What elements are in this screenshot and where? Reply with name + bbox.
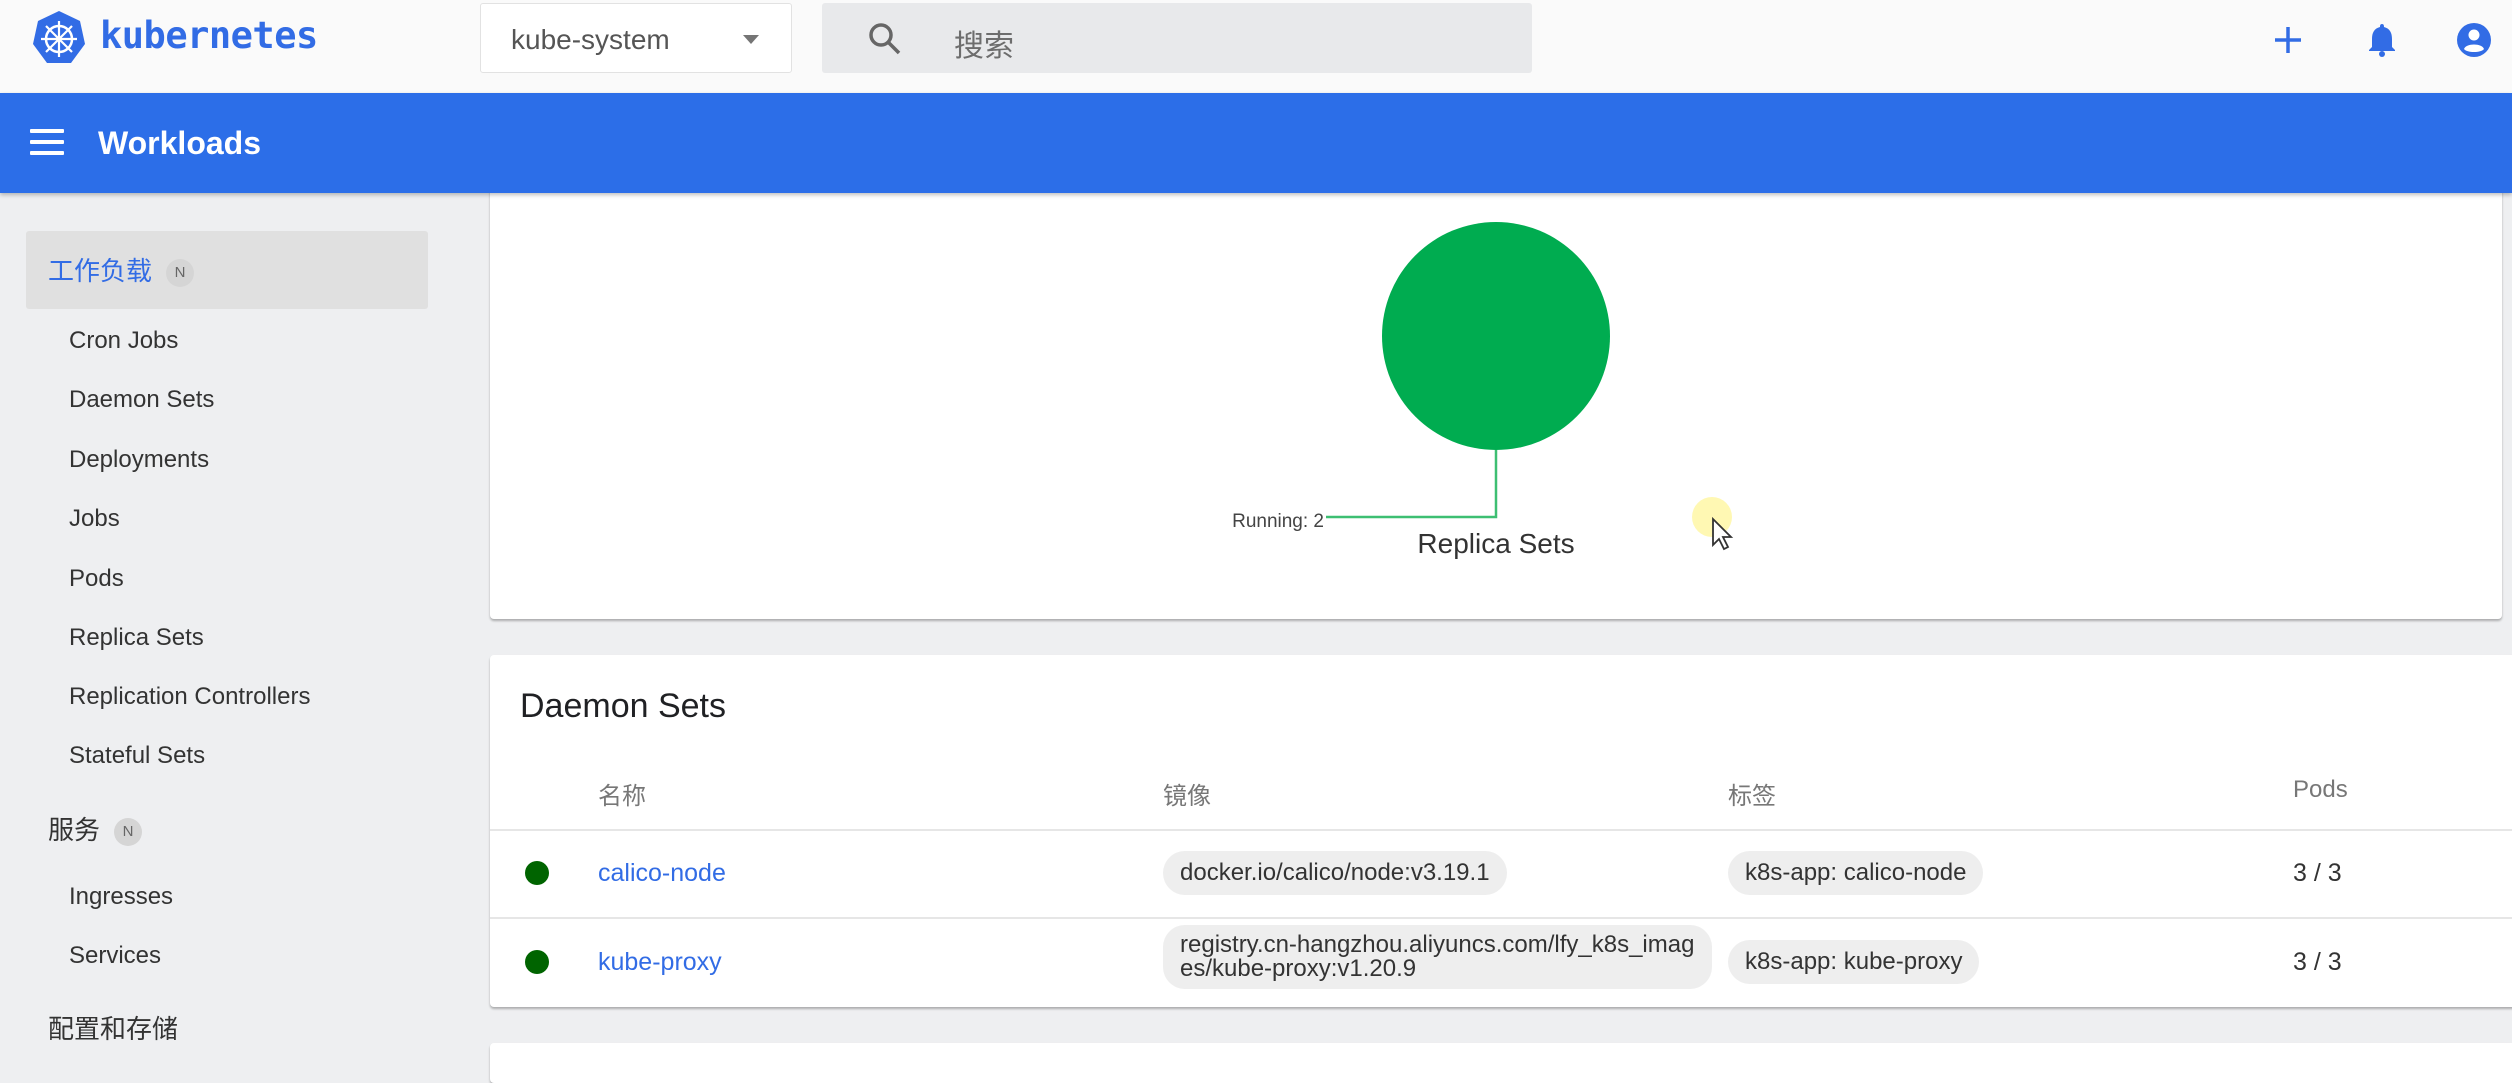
- pie-slice-running[interactable]: [1382, 222, 1610, 450]
- next-section-card: [490, 1043, 2512, 1083]
- app-bar: Workloads: [0, 93, 2512, 193]
- page-title: Workloads: [98, 125, 261, 161]
- hamburger-menu-icon[interactable]: [30, 129, 64, 157]
- pie-label-leader-line: [1326, 450, 1498, 519]
- mouse-cursor-icon: [1692, 497, 1734, 551]
